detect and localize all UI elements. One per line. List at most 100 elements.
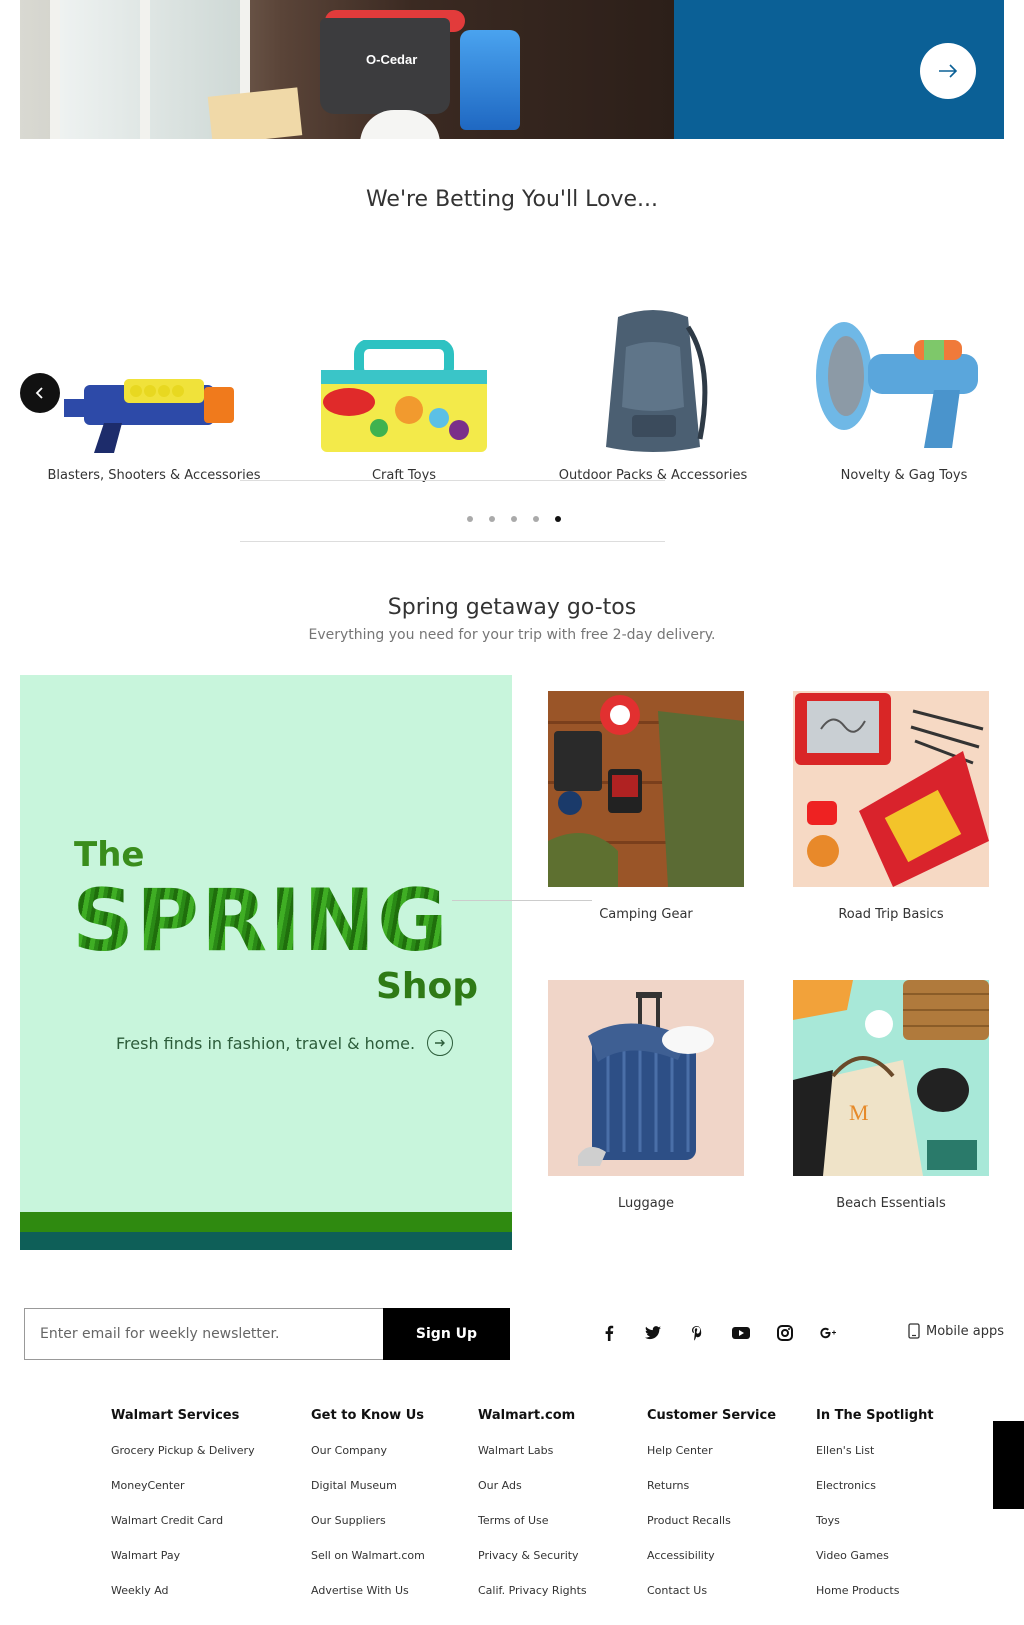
footer-column: Walmart.com Walmart Labs Our Ads Terms o…: [478, 1408, 648, 1618]
newsletter-form: Sign Up: [24, 1308, 510, 1360]
footer-link[interactable]: Walmart Labs: [478, 1443, 648, 1478]
footer-link[interactable]: Digital Museum: [311, 1478, 481, 1513]
cleaner-bottle-graphic: [460, 30, 520, 130]
social-links: [598, 1322, 840, 1344]
play-doh-case-image[interactable]: [289, 295, 519, 455]
carousel-dot[interactable]: [533, 516, 539, 522]
category-tile[interactable]: Camping Gear: [548, 691, 744, 922]
footer-link[interactable]: Product Recalls: [647, 1513, 817, 1548]
road-trip-image[interactable]: [793, 691, 989, 887]
carousel-dot-active[interactable]: [555, 516, 561, 522]
camping-gear-image[interactable]: [548, 691, 744, 887]
bucket-brand-text: O-Cedar: [366, 52, 418, 67]
backpack-image[interactable]: [538, 295, 768, 455]
toy-blaster-image[interactable]: [39, 295, 269, 455]
svg-text:M: M: [849, 1100, 869, 1125]
google-plus-icon[interactable]: [818, 1322, 840, 1344]
carousel-dot[interactable]: [489, 516, 495, 522]
mop-head-graphic: [360, 110, 440, 139]
footer-link[interactable]: Terms of Use: [478, 1513, 648, 1548]
footer-link[interactable]: Returns: [647, 1478, 817, 1513]
footer-link[interactable]: Privacy & Security: [478, 1548, 648, 1583]
carousel-item[interactable]: Outdoor Packs & Accessories: [538, 295, 768, 485]
spring-section-subtitle: Everything you need for your trip with f…: [308, 627, 716, 643]
hero-banner[interactable]: O-Cedar: [20, 0, 1004, 139]
footer-link[interactable]: Toys: [816, 1513, 986, 1548]
footer-column-title: Walmart.com: [478, 1408, 576, 1423]
footer-column-title: Get to Know Us: [311, 1408, 424, 1423]
carousel-item[interactable]: Novelty & Gag Toys: [789, 295, 1019, 485]
footer-link[interactable]: Home Products: [816, 1583, 986, 1618]
spring-tagline-text: Fresh finds in fashion, travel & home.: [116, 1033, 416, 1053]
youtube-icon[interactable]: [730, 1322, 752, 1344]
footer-column-title: Customer Service: [647, 1408, 777, 1423]
pinterest-icon[interactable]: [686, 1322, 708, 1344]
mobile-apps-label: Mobile apps: [926, 1323, 1005, 1339]
carousel-item-label[interactable]: Novelty & Gag Toys: [789, 468, 1019, 483]
carousel-item[interactable]: Craft Toys: [289, 295, 519, 485]
footer-link[interactable]: Our Ads: [478, 1478, 648, 1513]
facebook-icon[interactable]: [598, 1322, 620, 1344]
beach-essentials-image[interactable]: M: [793, 980, 989, 1176]
footer-link[interactable]: Sell on Walmart.com: [311, 1548, 481, 1583]
footer-link[interactable]: Help Center: [647, 1443, 817, 1478]
spring-banner-shop: Shop: [376, 966, 479, 1007]
mobile-phone-icon: [908, 1323, 920, 1339]
arrow-circle-icon: [427, 1030, 454, 1056]
instagram-icon[interactable]: [774, 1322, 796, 1344]
twitter-icon[interactable]: [642, 1322, 664, 1344]
spring-banner-the: The: [74, 835, 145, 875]
newsletter-email-input[interactable]: [24, 1308, 383, 1360]
category-tile[interactable]: Luggage: [548, 980, 744, 1211]
mobile-apps-link[interactable]: Mobile apps: [908, 1323, 1004, 1339]
footer-link[interactable]: MoneyCenter: [111, 1478, 281, 1513]
spring-section-title: Spring getaway go-tos: [387, 595, 637, 620]
carousel-item-label[interactable]: Blasters, Shooters & Accessories: [39, 468, 269, 483]
footer-column-title: In The Spotlight: [816, 1408, 934, 1423]
footer-link[interactable]: Our Company: [311, 1443, 481, 1478]
tile-label[interactable]: Road Trip Basics: [793, 907, 989, 922]
carousel-dot[interactable]: [511, 516, 517, 522]
footer-link[interactable]: Electronics: [816, 1478, 986, 1513]
tile-label[interactable]: Beach Essentials: [793, 1196, 989, 1211]
betting-section-title: We're Betting You'll Love...: [365, 187, 659, 212]
footer-link[interactable]: Advertise With Us: [311, 1583, 481, 1618]
carousel-dot[interactable]: [467, 516, 473, 522]
footer-column: Customer Service Help Center Returns Pro…: [647, 1408, 817, 1618]
luggage-image[interactable]: [548, 980, 744, 1176]
footer-link[interactable]: Our Suppliers: [311, 1513, 481, 1548]
hero-arrow-button[interactable]: [920, 43, 976, 99]
category-tile[interactable]: Road Trip Basics: [793, 691, 989, 922]
category-tile[interactable]: M Beach Essentials: [793, 980, 989, 1211]
footer-link[interactable]: Weekly Ad: [111, 1583, 281, 1618]
feedback-tab[interactable]: [993, 1421, 1024, 1509]
banner-stripe-green: [20, 1212, 512, 1232]
spring-banner-tagline[interactable]: Fresh finds in fashion, travel & home.: [116, 1030, 454, 1056]
spring-shop-banner[interactable]: The SPRING Shop Fresh finds in fashion, …: [20, 675, 512, 1250]
gag-blaster-image[interactable]: [789, 295, 1019, 455]
footer-link[interactable]: Ellen's List: [816, 1443, 986, 1478]
hero-image[interactable]: O-Cedar: [20, 0, 674, 139]
footer-link[interactable]: Grocery Pickup & Delivery: [111, 1443, 281, 1478]
footer-link[interactable]: Video Games: [816, 1548, 986, 1583]
footer-link[interactable]: Contact Us: [647, 1583, 817, 1618]
footer-column: Walmart Services Grocery Pickup & Delive…: [111, 1408, 281, 1618]
tile-label[interactable]: Luggage: [548, 1196, 744, 1211]
newsletter-signup-button[interactable]: Sign Up: [383, 1308, 510, 1360]
product-carousel: Blasters, Shooters & Accessories Craft T…: [20, 295, 1004, 495]
arrow-right-icon: [939, 64, 958, 78]
footer-column: Get to Know Us Our Company Digital Museu…: [311, 1408, 481, 1618]
footer-link[interactable]: Walmart Pay: [111, 1548, 281, 1583]
footer-link[interactable]: Accessibility: [647, 1548, 817, 1583]
carousel-item[interactable]: Blasters, Shooters & Accessories: [39, 295, 269, 485]
footer-column: In The Spotlight Ellen's List Electronic…: [816, 1408, 986, 1618]
footer-link[interactable]: Calif. Privacy Rights: [478, 1583, 648, 1618]
carousel-divider: [240, 480, 665, 481]
footer-link[interactable]: Walmart Credit Card: [111, 1513, 281, 1548]
cloth-graphic: [207, 87, 303, 139]
tile-label[interactable]: Camping Gear: [548, 907, 744, 922]
carousel-prev-button[interactable]: [20, 373, 60, 413]
chevron-left-icon: [35, 387, 43, 399]
section-divider: [240, 541, 665, 542]
banner-stripe-teal: [20, 1232, 512, 1250]
